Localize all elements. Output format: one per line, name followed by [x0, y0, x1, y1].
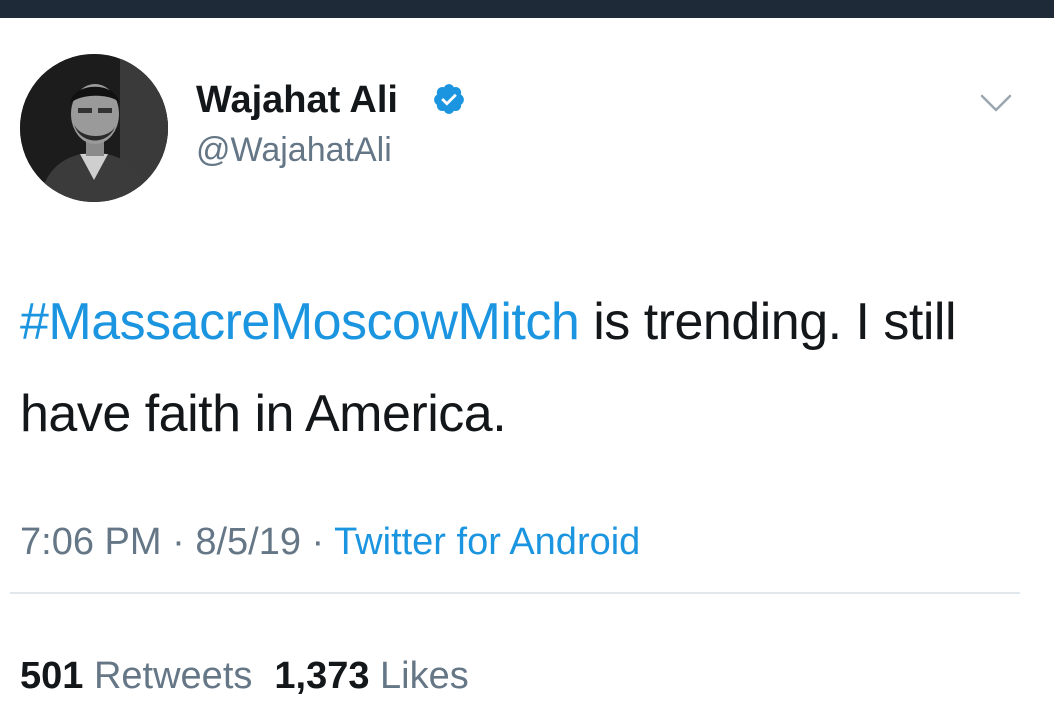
verified-badge-icon — [434, 84, 464, 114]
meta-separator: · — [300, 521, 335, 563]
tweet-date[interactable]: 8/5/19 — [195, 521, 301, 563]
meta-separator: · — [161, 521, 196, 563]
tweet-stats: 501 Retweets 1,373 Likes — [20, 654, 469, 698]
tweet-text: #MassacreMoscowMitch is trending. I stil… — [20, 276, 1030, 460]
tweet-card: Wajahat Ali @WajahatAli #MassacreMoscowM… — [0, 18, 1054, 704]
likes-label: Likes — [380, 655, 469, 697]
tweet-meta: 7:06 PM · 8/5/19 · Twitter for Android — [20, 520, 640, 564]
hashtag-link[interactable]: #MassacreMoscowMitch — [20, 293, 580, 351]
likes-count: 1,373 — [274, 655, 370, 697]
top-bar — [0, 0, 1054, 18]
retweets-label: Retweets — [93, 655, 253, 697]
display-name[interactable]: Wajahat Ali — [196, 78, 398, 122]
divider — [10, 592, 1020, 594]
handle[interactable]: @WajahatAli — [196, 130, 392, 170]
tweet-source-link[interactable]: Twitter for Android — [334, 521, 640, 563]
avatar[interactable] — [20, 54, 168, 202]
tweet-time[interactable]: 7:06 PM — [20, 521, 162, 563]
avatar-photo — [20, 54, 168, 202]
likes-stat[interactable]: 1,373 Likes — [274, 655, 468, 697]
retweets-count: 501 — [20, 655, 84, 697]
chevron-down-icon[interactable] — [978, 90, 1014, 118]
retweets-stat[interactable]: 501 Retweets — [20, 655, 252, 697]
